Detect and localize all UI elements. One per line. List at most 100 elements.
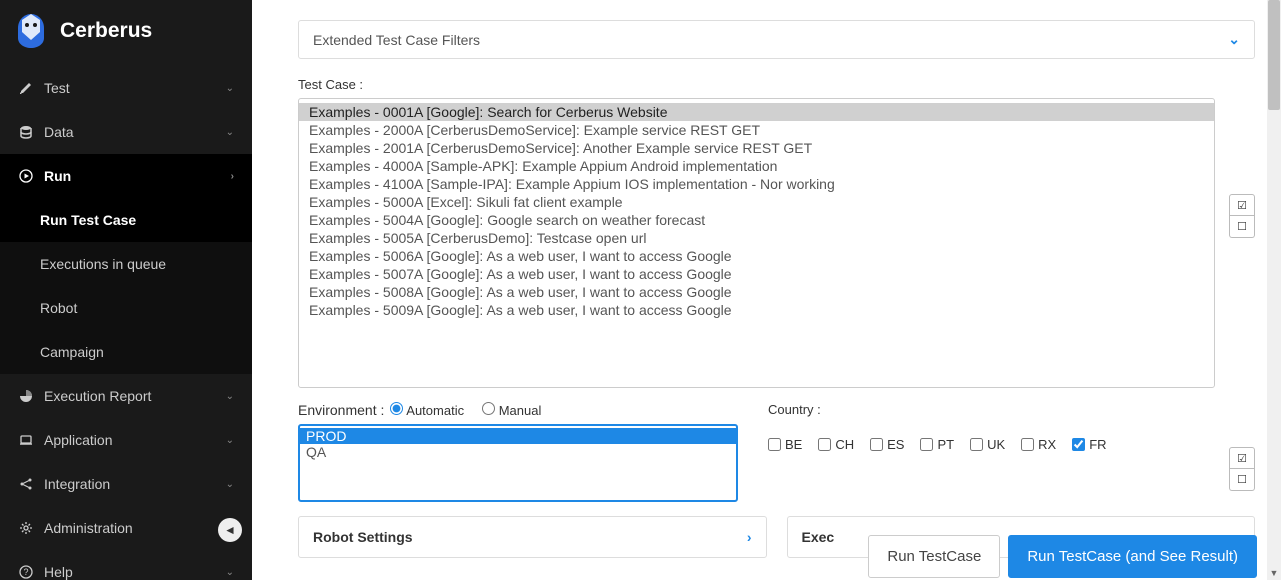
env-auto-radio[interactable] xyxy=(390,402,403,415)
test-case-option[interactable]: Examples - 4100A [Sample-IPA]: Example A… xyxy=(299,175,1214,193)
chevron-right-icon: › xyxy=(747,529,752,545)
nav-item-help[interactable]: ? Help ⌄ xyxy=(0,550,252,580)
panel-title: Exec xyxy=(802,529,835,545)
env-auto-radio-label[interactable]: Automatic xyxy=(390,402,464,418)
test-case-option[interactable]: Examples - 5007A [Google]: As a web user… xyxy=(299,265,1214,283)
filter-title: Extended Test Case Filters xyxy=(313,32,480,48)
nav-sub-campaign[interactable]: Campaign xyxy=(0,330,252,374)
test-case-option[interactable]: Examples - 5008A [Google]: As a web user… xyxy=(299,283,1214,301)
test-case-option[interactable]: Examples - 5000A [Excel]: Sikuli fat cli… xyxy=(299,193,1214,211)
chart-icon xyxy=(18,389,34,403)
nav-sub-label: Run Test Case xyxy=(40,212,136,228)
svg-text:?: ? xyxy=(23,567,28,577)
country-checkbox-input[interactable] xyxy=(920,438,933,451)
env-manual-radio[interactable] xyxy=(482,402,495,415)
test-case-option[interactable]: Examples - 2001A [CerberusDemoService]: … xyxy=(299,139,1214,157)
country-checkbox-input[interactable] xyxy=(1021,438,1034,451)
environment-option[interactable]: PROD xyxy=(300,428,736,444)
laptop-icon xyxy=(18,433,34,447)
country-checkbox-fr[interactable]: FR xyxy=(1072,437,1106,452)
nav-item-test[interactable]: Test ⌄ xyxy=(0,66,252,110)
gear-icon xyxy=(18,521,34,535)
panel-title: Robot Settings xyxy=(313,529,413,545)
nav-item-integration[interactable]: Integration ⌄ xyxy=(0,462,252,506)
brand: Cerberus xyxy=(0,0,252,66)
country-checkbox-uk[interactable]: UK xyxy=(970,437,1005,452)
run-testcase-button[interactable]: Run TestCase xyxy=(868,535,1000,578)
test-case-option[interactable]: Examples - 5005A [CerberusDemo]: Testcas… xyxy=(299,229,1214,247)
select-all-button[interactable]: ☑ xyxy=(1229,194,1255,216)
country-checkbox-ch[interactable]: CH xyxy=(818,437,854,452)
chevron-down-icon: ⌄ xyxy=(226,567,234,578)
chevron-down-icon: ⌄ xyxy=(226,391,234,402)
nav-sub-run-test-case[interactable]: Run Test Case xyxy=(0,198,252,242)
test-case-option[interactable]: Examples - 5009A [Google]: As a web user… xyxy=(299,301,1214,319)
brand-name: Cerberus xyxy=(60,19,152,43)
chevron-down-icon: ⌄ xyxy=(226,83,234,94)
chevron-down-icon: ⌄ xyxy=(226,127,234,138)
run-testcase-see-result-button[interactable]: Run TestCase (and See Result) xyxy=(1008,535,1257,578)
test-case-label: Test Case : xyxy=(298,77,1255,92)
edit-icon xyxy=(18,81,34,95)
chevron-down-icon: ⌄ xyxy=(1228,31,1240,48)
select-all-countries-button[interactable]: ☑ xyxy=(1229,447,1255,469)
nav-item-run[interactable]: Run › xyxy=(0,154,252,198)
extended-filters-panel[interactable]: Extended Test Case Filters ⌄ xyxy=(298,20,1255,59)
nav-label: Integration xyxy=(44,476,110,492)
country-checkbox-input[interactable] xyxy=(1072,438,1085,451)
deselect-all-button[interactable]: ☐ xyxy=(1229,216,1255,238)
footer-buttons: Run TestCase Run TestCase (and See Resul… xyxy=(868,535,1257,578)
test-case-option[interactable]: Examples - 0001A [Google]: Search for Ce… xyxy=(299,103,1214,121)
country-checkbox-input[interactable] xyxy=(818,438,831,451)
country-checkbox-input[interactable] xyxy=(768,438,781,451)
nav-sub-executions-queue[interactable]: Executions in queue xyxy=(0,242,252,286)
robot-settings-panel[interactable]: Robot Settings › xyxy=(298,516,767,558)
nav-run-submenu: Run Test Case Executions in queue Robot … xyxy=(0,198,252,374)
test-case-option[interactable]: Examples - 2000A [CerberusDemoService]: … xyxy=(299,121,1214,139)
nav-sub-label: Campaign xyxy=(40,344,104,360)
environment-select[interactable]: PRODQA xyxy=(298,424,738,502)
main-content: ▼ Extended Test Case Filters ⌄ Test Case… xyxy=(252,0,1281,580)
nav-label: Run xyxy=(44,168,71,184)
country-checkbox-input[interactable] xyxy=(970,438,983,451)
country-checkbox-pt[interactable]: PT xyxy=(920,437,954,452)
nav-label: Data xyxy=(44,124,74,140)
database-icon xyxy=(18,125,34,139)
chevron-down-icon: ⌄ xyxy=(226,479,234,490)
share-icon xyxy=(18,477,34,491)
country-checkbox-group: BE CH ES PT UK RX FR xyxy=(768,437,1219,452)
nav-label: Application xyxy=(44,432,113,448)
test-case-option[interactable]: Examples - 4000A [Sample-APK]: Example A… xyxy=(299,157,1214,175)
nav-label: Administration xyxy=(44,520,133,536)
country-checkbox-input[interactable] xyxy=(870,438,883,451)
test-case-select[interactable]: Examples - 0001A [Google]: Search for Ce… xyxy=(298,98,1215,388)
environment-option[interactable]: QA xyxy=(300,444,736,460)
nav-item-data[interactable]: Data ⌄ xyxy=(0,110,252,154)
nav-item-application[interactable]: Application ⌄ xyxy=(0,418,252,462)
sidebar: Cerberus Test ⌄ Data ⌄ Run › Run Test Ca… xyxy=(0,0,252,580)
check-all-icon: ☑ xyxy=(1237,199,1247,212)
nav-sub-robot[interactable]: Robot xyxy=(0,286,252,330)
nav-label: Test xyxy=(44,80,70,96)
nav-item-execution-report[interactable]: Execution Report ⌄ xyxy=(0,374,252,418)
country-checkbox-be[interactable]: BE xyxy=(768,437,802,452)
chevron-down-icon: ⌄ xyxy=(226,435,234,446)
chevron-right-icon: › xyxy=(231,171,234,182)
arrow-left-icon: ◄ xyxy=(224,523,236,537)
test-case-option[interactable]: Examples - 5004A [Google]: Google search… xyxy=(299,211,1214,229)
deselect-all-countries-button[interactable]: ☐ xyxy=(1229,469,1255,491)
country-label: Country : xyxy=(768,402,1255,417)
nav-item-administration[interactable]: Administration xyxy=(0,506,252,550)
test-case-option[interactable]: Examples - 5006A [Google]: As a web user… xyxy=(299,247,1214,265)
brand-logo-icon xyxy=(10,10,52,52)
help-icon: ? xyxy=(18,565,34,579)
empty-box-icon: ☐ xyxy=(1237,220,1247,233)
env-manual-radio-label[interactable]: Manual xyxy=(482,402,541,418)
nav-label: Execution Report xyxy=(44,388,151,404)
check-all-icon: ☑ xyxy=(1237,452,1247,465)
nav-sub-label: Executions in queue xyxy=(40,256,166,272)
environment-label: Environment : xyxy=(298,402,384,418)
country-checkbox-es[interactable]: ES xyxy=(870,437,904,452)
sidebar-collapse-button[interactable]: ◄ xyxy=(218,518,242,542)
country-checkbox-rx[interactable]: RX xyxy=(1021,437,1056,452)
